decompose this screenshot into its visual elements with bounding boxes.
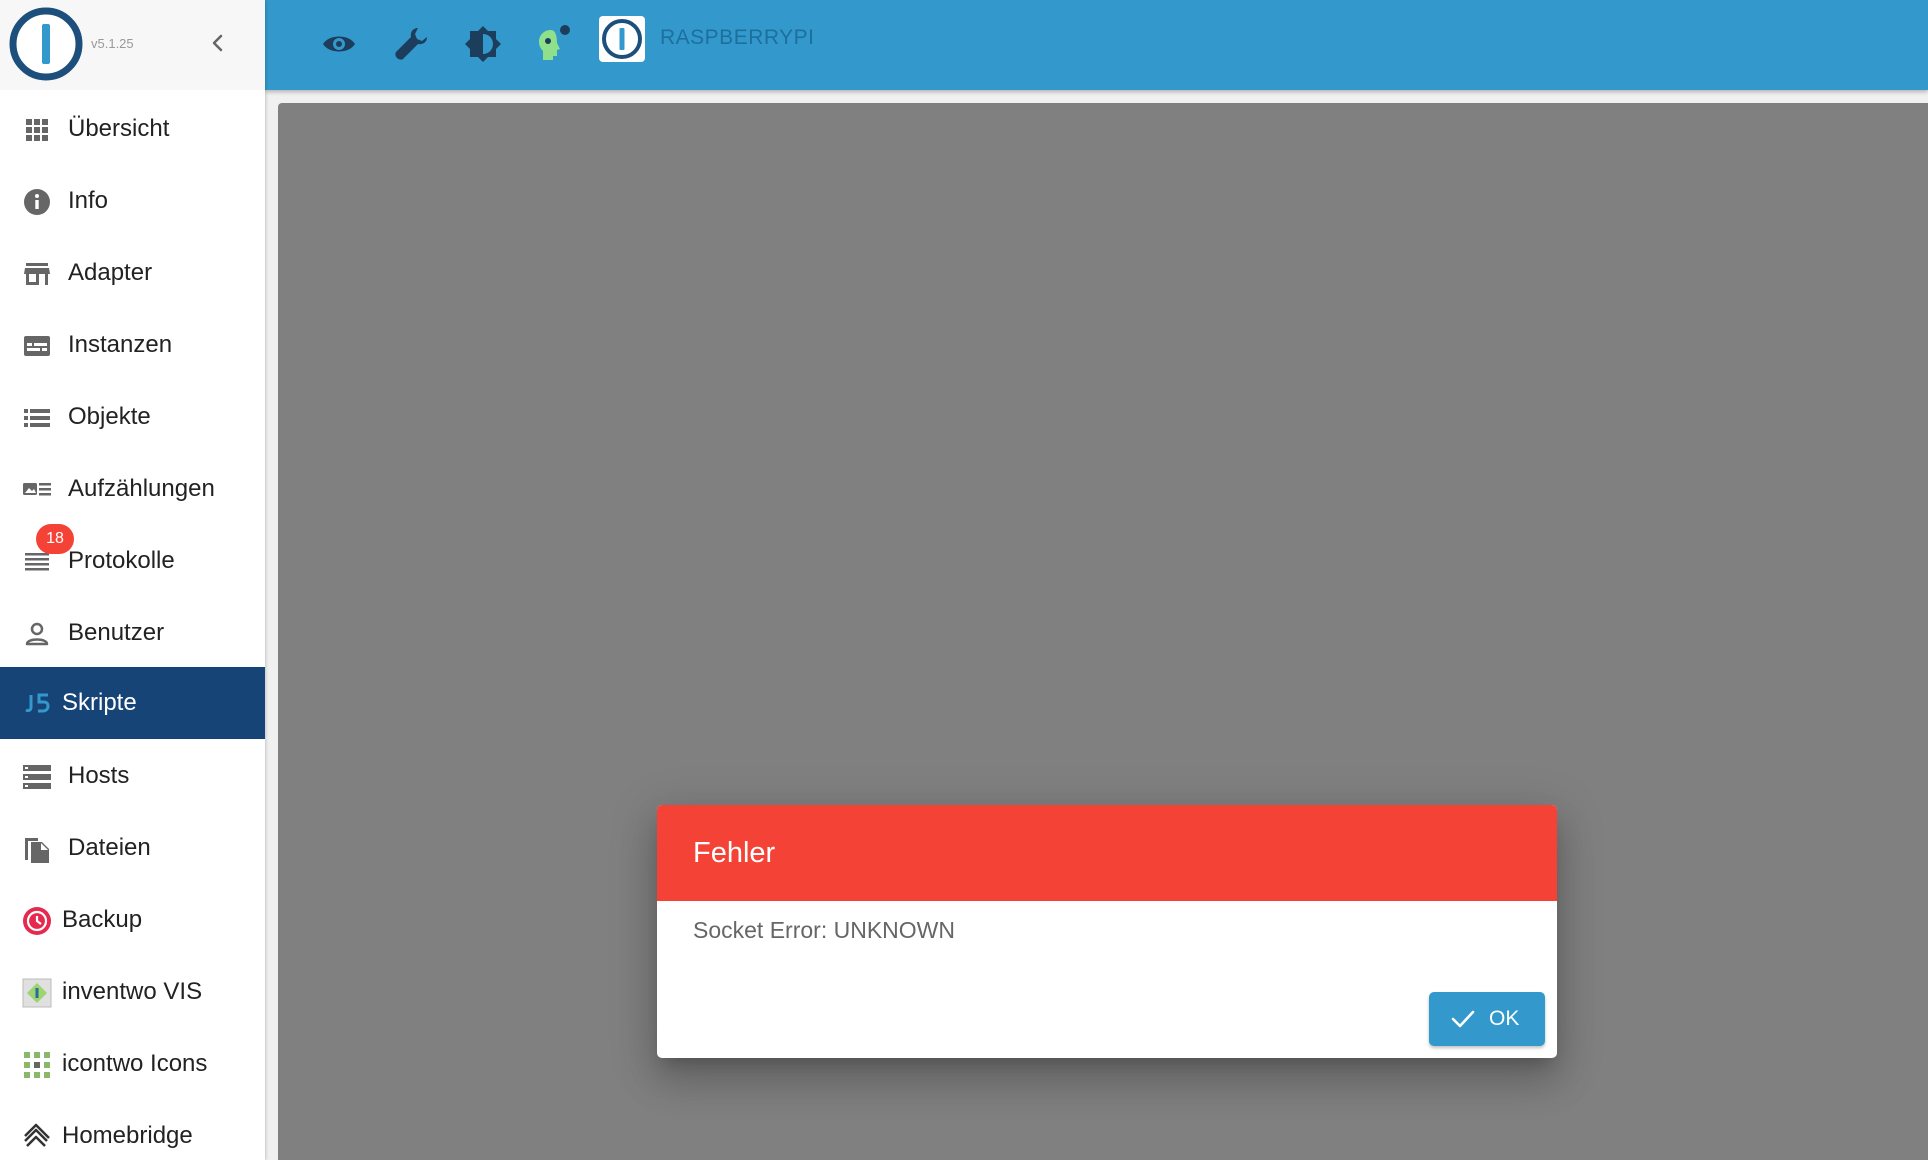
chevron-left-icon xyxy=(212,34,223,52)
collapse-sidebar-button[interactable] xyxy=(204,26,232,60)
ok-button[interactable]: OK xyxy=(1429,992,1545,1046)
javascript-icon xyxy=(22,689,52,719)
expert-mode-icon xyxy=(539,25,570,60)
error-dialog: Fehler Socket Error: UNKNOWN OK xyxy=(657,805,1557,1058)
sidebar-item-dateien[interactable]: Dateien xyxy=(0,812,265,884)
sidebar-item-label: inventwo VIS xyxy=(62,978,203,1005)
icontwo-icon xyxy=(22,1050,52,1080)
sidebar-item-homebridge[interactable]: Homebridge xyxy=(0,1100,265,1160)
sidebar-item-label: Aufzählungen xyxy=(68,475,215,502)
host-name: RASPBERRYPI xyxy=(660,26,815,49)
eye-button[interactable] xyxy=(317,22,361,66)
error-dialog-message: Socket Error: UNKNOWN xyxy=(693,917,955,943)
check-icon xyxy=(1449,1005,1477,1033)
sidebar-item-hosts[interactable]: Hosts xyxy=(0,740,265,812)
sidebar-header: v5.1.25 xyxy=(0,0,265,90)
info-icon xyxy=(22,187,52,217)
backup-icon xyxy=(22,906,52,936)
inventwo-icon xyxy=(22,978,52,1008)
sidebar-item-label: Benutzer xyxy=(68,619,165,646)
sidebar-item-label: Hosts xyxy=(68,762,130,789)
grid-icon xyxy=(22,115,52,145)
sidebar-item-objekte[interactable]: Objekte xyxy=(0,381,265,453)
instances-icon xyxy=(22,331,52,361)
sidebar-item-label: Protokolle xyxy=(68,547,175,574)
store-icon xyxy=(22,259,52,289)
sidebar-item-icontwo-icons[interactable]: icontwo Icons xyxy=(0,1028,265,1100)
enums-icon xyxy=(22,475,52,505)
iobroker-logo[interactable] xyxy=(8,6,84,82)
sidebar-item-aufzaehlungen[interactable]: Aufzählungen xyxy=(0,453,265,525)
list-icon xyxy=(22,403,52,433)
eye-icon xyxy=(323,36,355,52)
sidebar-item-label: Homebridge xyxy=(62,1122,193,1149)
sidebar-item-info[interactable]: Info xyxy=(0,165,265,237)
sidebar-item-label: Adapter xyxy=(68,259,153,286)
server-icon xyxy=(22,762,52,792)
sidebar-item-backup[interactable]: Backup xyxy=(0,884,265,956)
sidebar-item-uebersicht[interactable]: Übersicht xyxy=(0,93,265,165)
expert-mode-button[interactable] xyxy=(531,22,575,66)
sidebar-item-instanzen[interactable]: Instanzen xyxy=(0,309,265,381)
sidebar-item-label: Dateien xyxy=(68,834,151,861)
homebridge-icon xyxy=(22,1122,52,1152)
sidebar-item-label: Backup xyxy=(62,906,143,933)
user-icon xyxy=(22,619,52,649)
log-count-badge: 18 xyxy=(36,524,74,554)
sidebar-item-label: icontwo Icons xyxy=(62,1050,208,1077)
sidebar-item-label: Objekte xyxy=(68,403,151,430)
sidebar: v5.1.25 Übersicht Info Adapter Instanzen… xyxy=(0,0,265,1160)
sidebar-item-label: Info xyxy=(68,187,109,214)
top-toolbar: RASPBERRYPI xyxy=(265,0,1928,90)
error-dialog-title: Fehler xyxy=(693,837,776,869)
sidebar-item-label: Skripte xyxy=(62,689,137,716)
sidebar-item-label: Übersicht xyxy=(68,115,170,142)
brightness-icon xyxy=(465,26,501,62)
version-label: v5.1.25 xyxy=(91,36,134,51)
sidebar-item-label: Instanzen xyxy=(68,331,173,358)
host-logo xyxy=(599,16,645,62)
ok-button-label: OK xyxy=(1489,1007,1520,1030)
wrench-icon xyxy=(395,28,427,60)
sidebar-item-skripte[interactable]: Skripte xyxy=(0,667,265,739)
sidebar-item-benutzer[interactable]: Benutzer xyxy=(0,597,265,669)
error-dialog-header: Fehler xyxy=(657,805,1557,901)
sidebar-item-adapter[interactable]: Adapter xyxy=(0,237,265,309)
sidebar-item-inventwo-vis[interactable]: inventwo VIS xyxy=(0,956,265,1028)
files-icon xyxy=(22,834,52,864)
brightness-button[interactable] xyxy=(461,22,505,66)
wrench-button[interactable] xyxy=(389,22,433,66)
